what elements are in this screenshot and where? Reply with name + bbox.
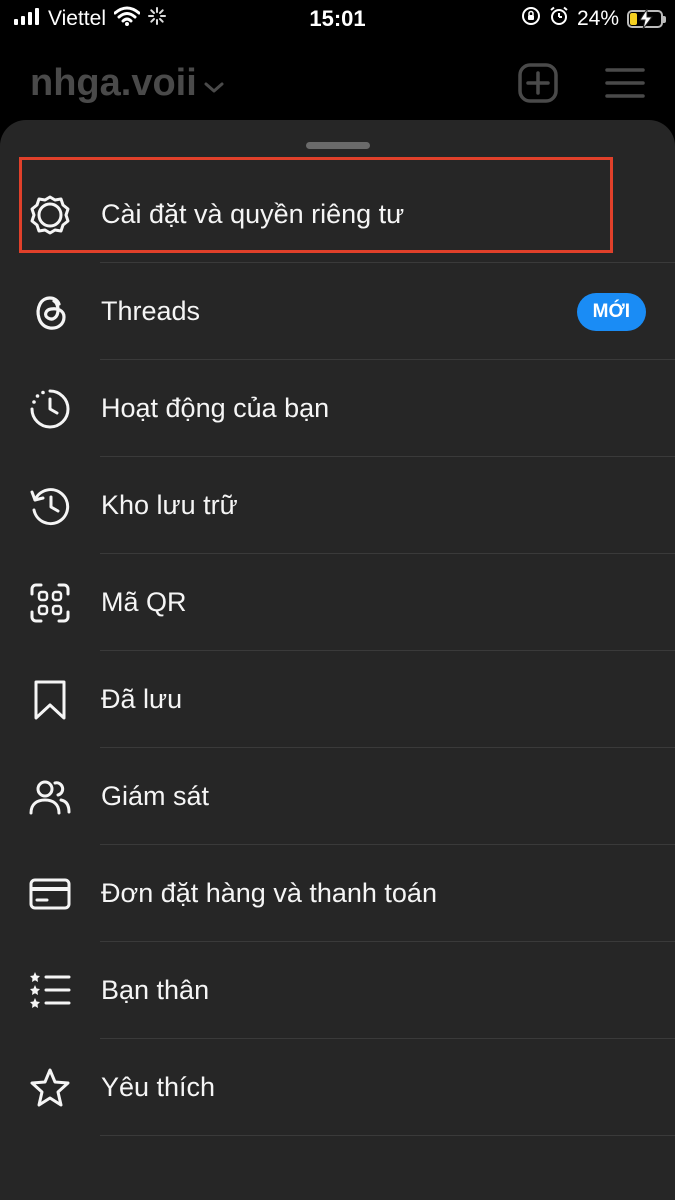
header-actions bbox=[517, 62, 645, 109]
close-friends-list-icon bbox=[28, 969, 72, 1013]
alarm-icon bbox=[549, 6, 569, 32]
username-switcher[interactable]: nhga.voii bbox=[30, 62, 225, 105]
menu-item-supervision[interactable]: Giám sát bbox=[0, 748, 675, 845]
battery-icon bbox=[627, 9, 666, 29]
menu-item-saved[interactable]: Đã lưu bbox=[0, 651, 675, 748]
create-plus-icon[interactable] bbox=[517, 62, 559, 109]
chevron-down-icon bbox=[203, 62, 225, 105]
qr-code-icon bbox=[28, 581, 72, 625]
archive-history-icon bbox=[28, 484, 72, 528]
profile-header: nhga.voii bbox=[0, 48, 675, 118]
menu-item-favorites[interactable]: Yêu thích bbox=[0, 1039, 675, 1136]
menu-item-label: Cài đặt và quyền riêng tư bbox=[101, 199, 405, 229]
activity-clock-icon bbox=[28, 387, 72, 431]
battery-percent: 24% bbox=[576, 7, 619, 30]
hamburger-menu-icon[interactable] bbox=[605, 66, 645, 105]
menu-item-label: Đơn đặt hàng và thanh toán bbox=[101, 878, 437, 908]
threads-icon bbox=[28, 290, 72, 334]
menu-item-label: Bạn thân bbox=[101, 975, 210, 1005]
menu-item-label: Kho lưu trữ bbox=[101, 490, 238, 520]
menu-bottom-sheet: Cài đặt và quyền riêng tư Threads MỚI Ho… bbox=[0, 120, 675, 1200]
menu-item-label: Đã lưu bbox=[101, 684, 183, 714]
supervision-people-icon bbox=[28, 775, 72, 819]
menu-list: Cài đặt và quyền riêng tư Threads MỚI Ho… bbox=[0, 166, 675, 1136]
status-right: 24% bbox=[521, 6, 666, 32]
menu-item-your-activity[interactable]: Hoạt động của bạn bbox=[0, 360, 675, 457]
settings-gear-icon bbox=[28, 193, 72, 237]
star-icon bbox=[28, 1066, 72, 1110]
menu-item-label: Yêu thích bbox=[101, 1072, 216, 1102]
menu-item-qr-code[interactable]: Mã QR bbox=[0, 554, 675, 651]
menu-item-label: Mã QR bbox=[101, 587, 187, 617]
menu-item-archive[interactable]: Kho lưu trữ bbox=[0, 457, 675, 554]
new-badge: MỚI bbox=[576, 292, 646, 331]
menu-item-orders-payments[interactable]: Đơn đặt hàng và thanh toán bbox=[0, 845, 675, 942]
menu-item-label: Giám sát bbox=[101, 781, 210, 811]
status-bar: Viettel 15:01 24% bbox=[0, 0, 675, 40]
sheet-grabber-handle[interactable] bbox=[306, 142, 370, 149]
bookmark-icon bbox=[28, 678, 72, 722]
menu-item-close-friends[interactable]: Bạn thân bbox=[0, 942, 675, 1039]
rotation-lock-icon bbox=[521, 6, 541, 32]
menu-item-settings-privacy[interactable]: Cài đặt và quyền riêng tư bbox=[0, 166, 675, 263]
menu-item-label: Threads bbox=[101, 296, 201, 326]
battery-fill bbox=[630, 13, 637, 25]
username-label: nhga.voii bbox=[30, 62, 197, 104]
menu-item-threads[interactable]: Threads MỚI bbox=[0, 263, 675, 360]
menu-item-label: Hoạt động của bạn bbox=[101, 393, 330, 423]
credit-card-icon bbox=[28, 872, 72, 916]
